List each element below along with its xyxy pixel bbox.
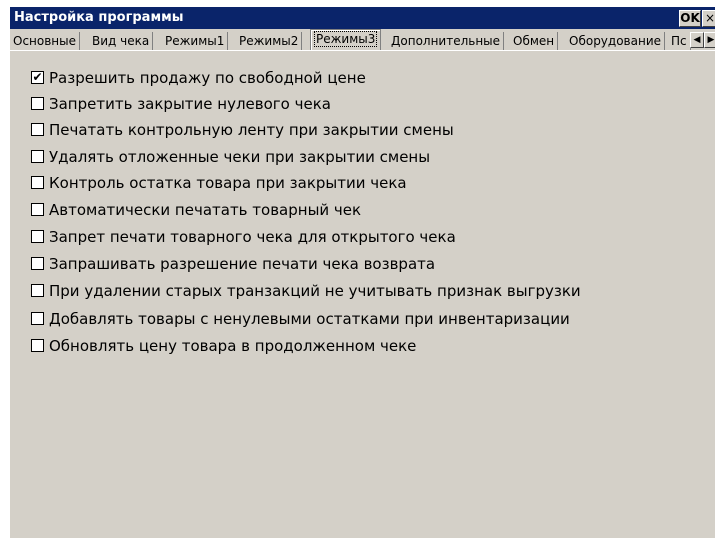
tab-label: Обмен bbox=[513, 34, 555, 48]
checkbox[interactable] bbox=[31, 123, 44, 136]
tab-strip: Основные Вид чека Режимы1 Режимы2 Режимы… bbox=[10, 29, 715, 51]
checkbox[interactable] bbox=[31, 97, 44, 110]
tab-label: Пс bbox=[671, 34, 687, 48]
tab-label: Вид чека bbox=[92, 34, 150, 48]
tab-main[interactable]: Основные bbox=[10, 32, 81, 50]
tab-label: Дополнительные bbox=[391, 34, 501, 48]
option-label: При удалении старых транзакций не учитыв… bbox=[49, 282, 581, 300]
tab-label: Оборудование bbox=[569, 34, 661, 48]
settings-window: Настройка программы OK × Основные Вид че… bbox=[9, 6, 715, 538]
option-label: Контроль остатка товара при закрытии чек… bbox=[49, 174, 407, 192]
option-label: Удалять отложенные чеки при закрытии сме… bbox=[49, 148, 431, 166]
option-label: Автоматически печатать товарный чек bbox=[49, 201, 362, 219]
checkbox[interactable] bbox=[31, 176, 44, 189]
tab-modes1[interactable]: Режимы1 bbox=[162, 32, 229, 50]
tab-label: Основные bbox=[13, 34, 77, 48]
tab-modes3[interactable]: Режимы3 bbox=[310, 29, 382, 50]
option-label: Разрешить продажу по свободной цене bbox=[49, 69, 366, 87]
checkbox[interactable] bbox=[31, 339, 44, 352]
checkbox[interactable] bbox=[31, 284, 44, 297]
close-button[interactable]: × bbox=[702, 10, 715, 27]
checkbox[interactable] bbox=[31, 203, 44, 216]
tab-receipt-view[interactable]: Вид чека bbox=[89, 32, 154, 50]
ok-button[interactable]: OK bbox=[679, 10, 701, 27]
tab-equipment[interactable]: Оборудование bbox=[566, 32, 665, 50]
tab-scroll-left-icon[interactable]: ◀ bbox=[690, 32, 704, 48]
checkbox[interactable] bbox=[31, 230, 44, 243]
tab-label: Режимы3 bbox=[314, 31, 378, 47]
checkbox[interactable] bbox=[31, 150, 44, 163]
tab-partial[interactable]: Пс bbox=[668, 32, 691, 50]
tab-label: Режимы2 bbox=[239, 34, 299, 48]
checkbox[interactable] bbox=[31, 312, 44, 325]
tab-additional[interactable]: Дополнительные bbox=[388, 32, 505, 50]
checkbox[interactable] bbox=[31, 257, 44, 270]
option-label: Печатать контрольную ленту при закрытии … bbox=[49, 121, 454, 139]
tab-modes2[interactable]: Режимы2 bbox=[236, 32, 303, 50]
option-label: Добавлять товары с ненулевыми остатками … bbox=[49, 310, 570, 328]
option-label: Запрашивать разрешение печати чека возвр… bbox=[49, 255, 436, 273]
checkbox[interactable]: ✔ bbox=[31, 71, 44, 84]
window-title: Настройка программы bbox=[14, 10, 184, 25]
option-label: Запретить закрытие нулевого чека bbox=[49, 95, 331, 113]
option-label: Обновлять цену товара в продолженном чек… bbox=[49, 337, 417, 355]
tab-scroll-right-icon[interactable]: ▶ bbox=[704, 32, 715, 48]
option-label: Запрет печати товарного чека для открыто… bbox=[49, 228, 456, 246]
tab-label: Режимы1 bbox=[165, 34, 225, 48]
tab-exchange[interactable]: Обмен bbox=[510, 32, 559, 50]
title-bar: Настройка программы OK × bbox=[10, 7, 715, 29]
